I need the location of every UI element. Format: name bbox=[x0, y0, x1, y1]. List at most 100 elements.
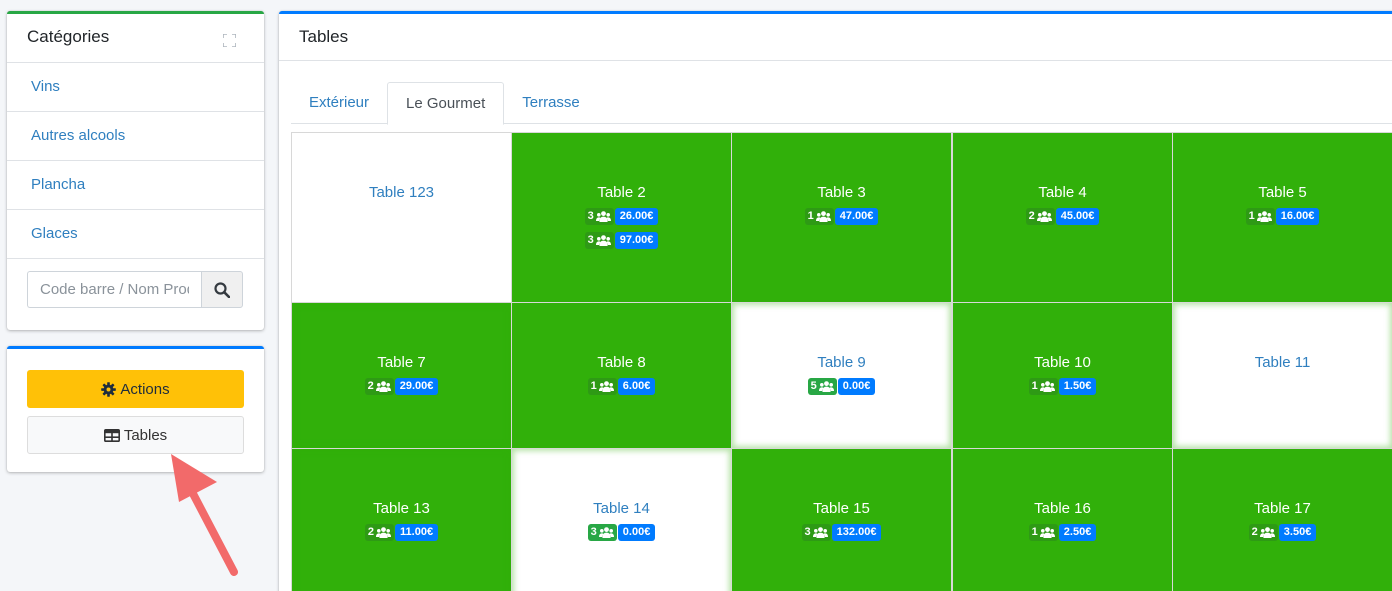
covers-badge: 5 bbox=[807, 377, 837, 395]
table-name: Table 9 bbox=[817, 354, 866, 371]
table-icon bbox=[103, 428, 120, 442]
order-badge-group: 1 47.00€ bbox=[804, 207, 879, 225]
table-name: Table 11 bbox=[1254, 354, 1311, 371]
amount-badge: 45.00€ bbox=[1055, 207, 1100, 225]
table-cell[interactable]: Table 10 1 1.50€ bbox=[952, 302, 1173, 449]
amount-badge: 6.00€ bbox=[617, 377, 656, 395]
order-badge-group: 2 45.00€ bbox=[1025, 207, 1100, 225]
tables-header: Tables bbox=[279, 14, 1392, 61]
order-badge-group: 2 11.00€ bbox=[364, 523, 439, 541]
product-search-input[interactable] bbox=[27, 271, 201, 308]
covers-count: 1 bbox=[1248, 210, 1255, 222]
covers-count: 2 bbox=[367, 380, 374, 392]
covers-count: 1 bbox=[1031, 380, 1038, 392]
order-badge-group: 2 29.00€ bbox=[364, 377, 439, 395]
users-icon bbox=[1039, 526, 1055, 538]
table-cell[interactable]: Table 8 1 6.00€ bbox=[511, 302, 732, 449]
users-icon bbox=[818, 380, 834, 392]
amount-badge: 1.50€ bbox=[1058, 377, 1097, 395]
table-name: Table 123 bbox=[368, 184, 435, 201]
amount-badge: 47.00€ bbox=[834, 207, 879, 225]
table-name: Table 5 bbox=[1258, 184, 1307, 201]
covers-badge: 1 bbox=[1028, 523, 1058, 541]
order-badge-group: 3 97.00€ bbox=[584, 231, 659, 249]
order-badge-group: 1 16.00€ bbox=[1245, 207, 1320, 225]
amount-badge: 3.50€ bbox=[1278, 523, 1317, 541]
table-name: Table 2 bbox=[597, 184, 646, 201]
table-cell[interactable]: Table 15 3 132.00€ bbox=[731, 448, 952, 591]
covers-badge: 2 bbox=[1025, 207, 1055, 225]
order-badge-group: 3 0.00€ bbox=[587, 523, 656, 541]
tab-exterieur[interactable]: Extérieur bbox=[291, 82, 387, 124]
users-icon bbox=[595, 234, 611, 246]
table-name: Table 16 bbox=[1034, 500, 1091, 517]
covers-badge: 3 bbox=[584, 207, 614, 225]
table-cell[interactable]: Table 16 1 2.50€ bbox=[952, 448, 1173, 591]
tab-terrasse[interactable]: Terrasse bbox=[504, 82, 598, 124]
order-badge-group: 3 132.00€ bbox=[801, 523, 882, 541]
table-name: Table 10 bbox=[1034, 354, 1091, 371]
category-item-glaces[interactable]: Glaces bbox=[7, 210, 264, 259]
table-cell[interactable]: Table 9 5 0.00€ bbox=[731, 302, 952, 449]
category-item-vins[interactable]: Vins bbox=[7, 63, 264, 112]
search-button[interactable] bbox=[201, 271, 243, 308]
covers-count: 3 bbox=[587, 210, 594, 222]
product-search bbox=[27, 271, 243, 308]
amount-badge: 2.50€ bbox=[1058, 523, 1097, 541]
users-icon bbox=[815, 210, 831, 222]
tab-le-gourmet[interactable]: Le Gourmet bbox=[387, 82, 505, 125]
table-cell[interactable]: Table 4 2 45.00€ bbox=[952, 132, 1173, 303]
table-name: Table 7 bbox=[377, 354, 426, 371]
order-badge-group: 3 26.00€ bbox=[584, 207, 659, 225]
covers-count: 1 bbox=[807, 210, 814, 222]
table-cell[interactable]: Table 5 1 16.00€ bbox=[1172, 132, 1392, 303]
covers-badge: 2 bbox=[1248, 523, 1278, 541]
table-cell[interactable]: Table 13 2 11.00€ bbox=[291, 448, 512, 591]
actions-button[interactable]: Actions bbox=[27, 370, 244, 408]
table-cell[interactable]: Table 17 2 3.50€ bbox=[1172, 448, 1392, 591]
amount-badge: 132.00€ bbox=[831, 523, 882, 541]
table-cell[interactable]: Table 14 3 0.00€ bbox=[511, 448, 732, 591]
table-cell[interactable]: Table 7 2 29.00€ bbox=[291, 302, 512, 449]
covers-badge: 2 bbox=[364, 377, 394, 395]
covers-badge: 3 bbox=[801, 523, 831, 541]
gear-icon bbox=[101, 381, 117, 397]
order-badge-group: 1 6.00€ bbox=[587, 377, 656, 395]
category-item-plancha[interactable]: Plancha bbox=[7, 161, 264, 210]
covers-count: 1 bbox=[1031, 526, 1038, 538]
table-cell[interactable]: Table 2 3 26.00€ 3 97.00€ bbox=[511, 132, 732, 303]
categories-header: Catégories bbox=[7, 14, 264, 63]
table-name: Table 13 bbox=[373, 500, 430, 517]
actions-button-label: Actions bbox=[120, 380, 170, 398]
category-item-autres-alcools[interactable]: Autres alcools bbox=[7, 112, 264, 161]
covers-badge: 1 bbox=[1245, 207, 1275, 225]
search-icon bbox=[214, 281, 230, 298]
covers-count: 3 bbox=[590, 526, 597, 538]
table-name: Table 14 bbox=[593, 500, 650, 517]
users-icon bbox=[376, 526, 392, 538]
covers-badge: 1 bbox=[804, 207, 834, 225]
amount-badge: 26.00€ bbox=[614, 207, 659, 225]
covers-count: 1 bbox=[590, 380, 597, 392]
users-icon bbox=[1039, 380, 1055, 392]
covers-badge: 1 bbox=[587, 377, 617, 395]
amount-badge: 97.00€ bbox=[614, 231, 659, 249]
tables-card: Tables Extérieur Le Gourmet Terrasse Tab… bbox=[279, 11, 1392, 591]
covers-count: 5 bbox=[810, 380, 817, 392]
amount-badge: 0.00€ bbox=[837, 377, 876, 395]
table-cell[interactable]: Table 3 1 47.00€ bbox=[731, 132, 952, 303]
expand-icon[interactable] bbox=[223, 34, 236, 47]
table-cell[interactable]: Table 11 bbox=[1172, 302, 1392, 449]
covers-count: 3 bbox=[804, 526, 811, 538]
users-icon bbox=[598, 380, 614, 392]
users-icon bbox=[1259, 526, 1275, 538]
covers-count: 2 bbox=[367, 526, 375, 538]
users-icon bbox=[812, 526, 828, 538]
users-icon bbox=[1256, 210, 1272, 222]
amount-badge: 11.00€ bbox=[395, 523, 439, 541]
table-name: Table 17 bbox=[1254, 500, 1311, 517]
covers-badge: 1 bbox=[1028, 377, 1058, 395]
table-cell[interactable]: Table 123 bbox=[291, 132, 512, 303]
users-icon bbox=[375, 380, 391, 392]
table-name: Table 3 bbox=[817, 184, 866, 201]
